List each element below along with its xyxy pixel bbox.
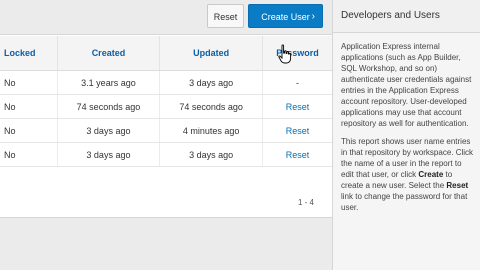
reset-password-link[interactable]: Reset	[286, 150, 310, 160]
cell-updated: 4 minutes ago	[159, 118, 263, 143]
cell-password: Reset	[261, 142, 332, 167]
help-keyword-reset: Reset	[446, 181, 469, 190]
help-panel-body: Application Express internal application…	[333, 33, 480, 213]
create-user-button[interactable]: Create User ›	[248, 4, 323, 28]
help-text: link to change the password for that use…	[341, 192, 468, 212]
cell-created: 74 seconds ago	[56, 94, 160, 119]
cell-locked: No	[0, 142, 58, 167]
cell-password: Reset	[261, 94, 332, 119]
help-panel-title: Developers and Users	[333, 0, 480, 33]
cell-locked: No	[0, 94, 58, 119]
hand-cursor-icon	[278, 44, 292, 64]
help-text: This report shows user name entries in t…	[341, 137, 474, 179]
reset-password-link[interactable]: Reset	[286, 102, 310, 112]
table-row: No 3 days ago 3 days ago Reset	[0, 142, 332, 167]
create-user-label: Create User	[261, 12, 310, 22]
cell-updated: 3 days ago	[159, 142, 263, 167]
column-header-password[interactable]: Password	[261, 36, 332, 71]
table-row: No 74 seconds ago 74 seconds ago Reset	[0, 94, 332, 119]
table-row: No 3 days ago 4 minutes ago Reset	[0, 118, 332, 143]
help-paragraph: Application Express internal application…	[341, 42, 472, 128]
reset-password-link[interactable]: Reset	[286, 126, 310, 136]
cell-password: Reset	[261, 118, 332, 143]
help-keyword-create: Create	[418, 170, 444, 179]
column-header-locked[interactable]: Locked	[0, 36, 58, 71]
table-row: No 3.1 years ago 3 days ago -	[0, 70, 332, 95]
column-header-updated[interactable]: Updated	[159, 36, 263, 71]
cell-created: 3.1 years ago	[56, 70, 160, 95]
cell-created: 3 days ago	[56, 142, 160, 167]
help-panel: Developers and Users Application Express…	[332, 0, 480, 270]
cell-updated: 3 days ago	[159, 70, 263, 95]
column-header-created[interactable]: Created	[56, 36, 160, 71]
pagination-info: 1 - 4	[297, 198, 314, 207]
cell-password: -	[261, 70, 332, 95]
cell-locked: No	[0, 118, 58, 143]
help-paragraph: This report shows user name entries in t…	[341, 136, 474, 213]
cell-locked: No	[0, 70, 58, 95]
reset-button[interactable]: Reset	[207, 4, 244, 28]
cell-updated: 74 seconds ago	[159, 94, 263, 119]
main-content: Reset Create User › Locked Created Updat…	[0, 0, 333, 270]
chevron-right-icon: ›	[311, 11, 315, 22]
cell-created: 3 days ago	[56, 118, 160, 143]
toolbar: Reset Create User ›	[0, 0, 332, 34]
